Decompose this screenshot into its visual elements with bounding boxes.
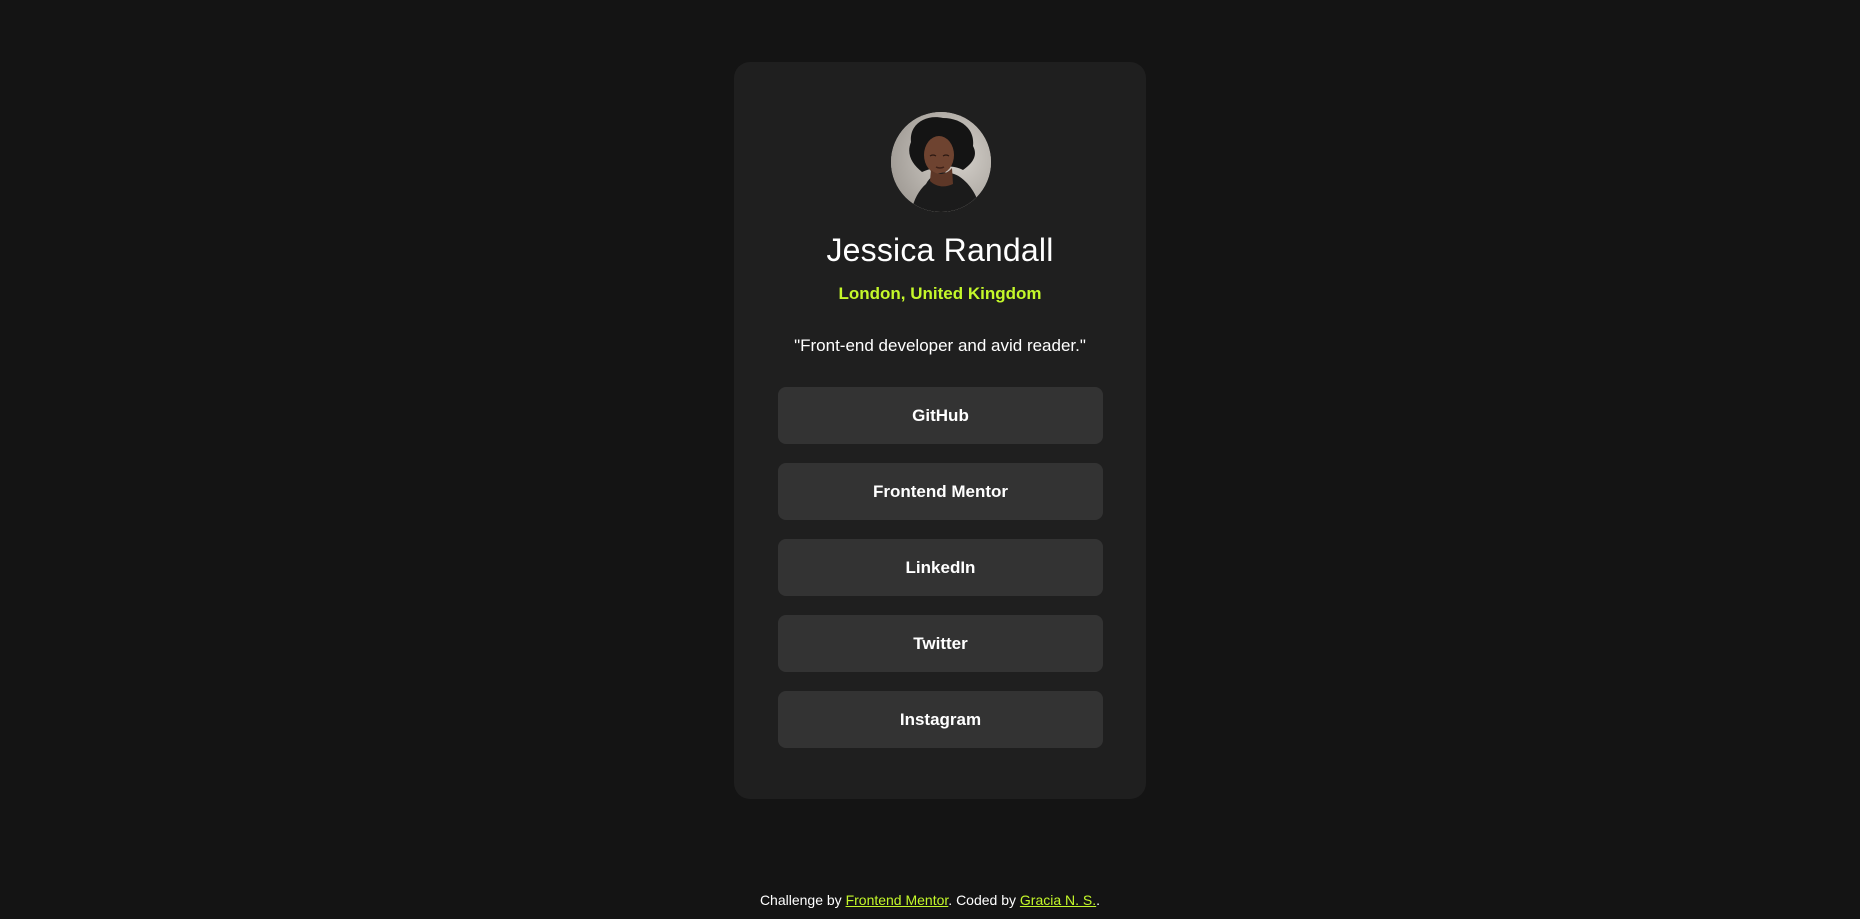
frontend-mentor-link-button[interactable]: Frontend Mentor: [778, 463, 1103, 520]
profile-location: London, United Kingdom: [838, 284, 1042, 303]
footer-suffix: .: [1096, 892, 1101, 908]
profile-card: Jessica Randall London, United Kingdom "…: [734, 62, 1146, 799]
profile-bio: "Front-end developer and avid reader.": [794, 336, 1086, 355]
github-link-button[interactable]: GitHub: [778, 387, 1103, 444]
frontend-mentor-attribution-link[interactable]: Frontend Mentor: [846, 892, 949, 908]
footer-prefix: Challenge by: [759, 892, 846, 908]
linkedin-link-button[interactable]: LinkedIn: [778, 539, 1103, 596]
footer-middle: . Coded by: [948, 892, 1020, 908]
twitter-link-button[interactable]: Twitter: [778, 615, 1103, 672]
avatar: [891, 112, 991, 212]
attribution-footer: Challenge by Frontend Mentor. Coded by G…: [0, 890, 1860, 910]
profile-name: Jessica Randall: [826, 232, 1054, 268]
page: Jessica Randall London, United Kingdom "…: [0, 0, 1860, 919]
instagram-link-button[interactable]: Instagram: [778, 691, 1103, 748]
social-links: GitHub Frontend Mentor LinkedIn Twitter …: [778, 387, 1103, 748]
author-attribution-link[interactable]: Gracia N. S.: [1020, 892, 1096, 908]
